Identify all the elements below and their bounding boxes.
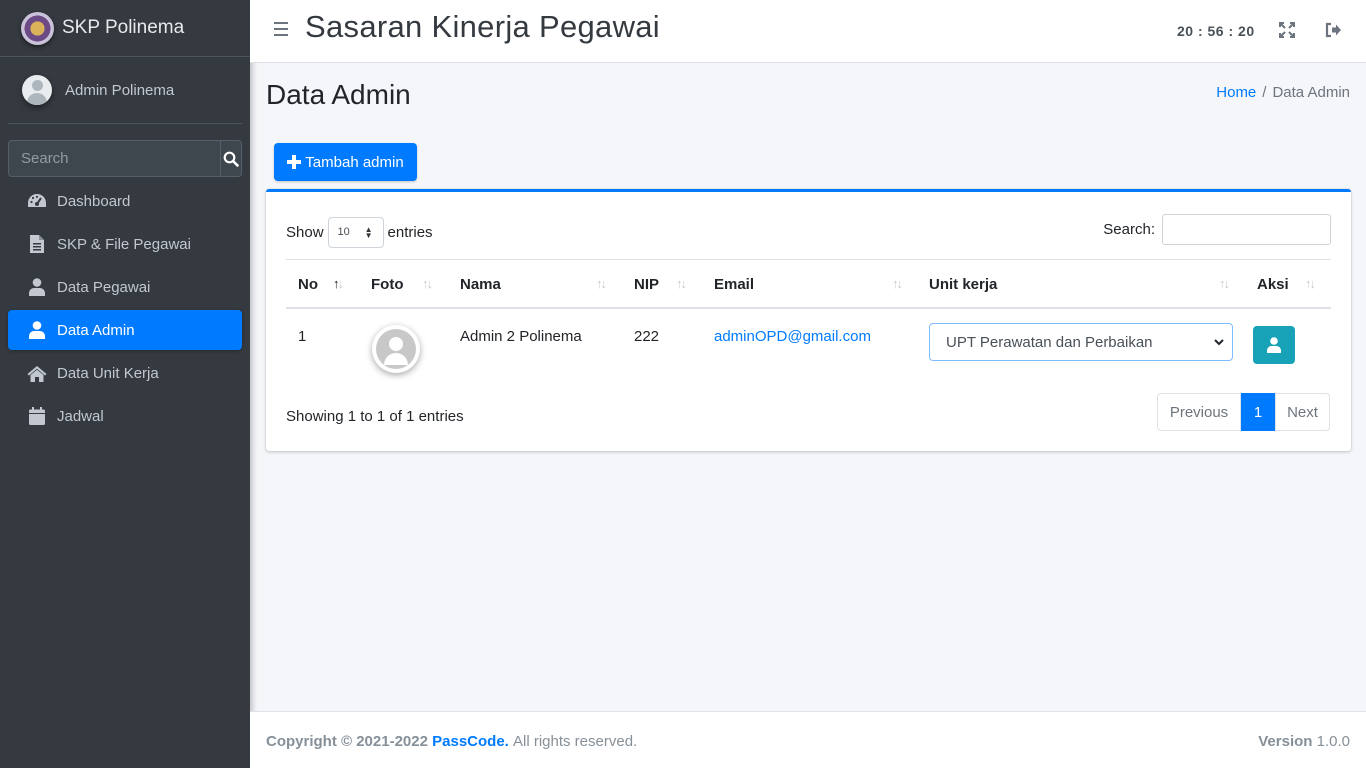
breadcrumb: Home / Data Admin [1216, 84, 1350, 101]
table-row: 1 Admin 2 Polinema 222 adminOPD@gmail.co… [286, 309, 1331, 389]
sidebar-item-jadwal[interactable]: Jadwal [8, 396, 242, 436]
version-label: Version [1258, 733, 1313, 750]
sort-icon[interactable]: ↑↓ [892, 276, 903, 291]
user-icon [1267, 337, 1281, 353]
brand-text: SKP Polinema [62, 17, 185, 38]
version-number: 1.0.0 [1316, 733, 1350, 750]
add-admin-button[interactable]: Tambah admin [274, 143, 417, 181]
sort-icon[interactable]: ↑↓ [596, 276, 607, 291]
app-title: Sasaran Kinerja Pegawai [305, 9, 660, 44]
entries-label: entries [387, 224, 433, 241]
copyright: Copyright © 2021-2022 PassCode. All righ… [266, 733, 637, 750]
sort-icon[interactable]: ↑↓ [1305, 276, 1316, 291]
cell-no: 1 [298, 328, 307, 345]
breadcrumb-current: Data Admin [1272, 84, 1350, 101]
user-icon [26, 277, 48, 297]
next-page-button[interactable]: Next [1275, 393, 1330, 431]
column-header-nip[interactable]: NIP [634, 276, 659, 293]
fullscreen-icon[interactable] [1279, 22, 1297, 40]
unit-kerja-value: UPT Perawatan dan Perbaikan [946, 334, 1153, 351]
table-search-label: Search: [1103, 221, 1155, 238]
cell-nip: 222 [634, 328, 660, 345]
admin-photo [372, 325, 420, 373]
sidebar-item-label: Data Pegawai [57, 278, 151, 296]
user-panel[interactable]: Admin Polinema [8, 57, 242, 124]
sidebar-item-data-pegawai[interactable]: Data Pegawai [8, 267, 242, 307]
copyright-text: Copyright © 2021-2022 [266, 733, 428, 750]
page-title: Data Admin [266, 79, 411, 110]
footer-brand-link[interactable]: PassCode. [432, 733, 509, 750]
search-icon [223, 151, 239, 167]
sidebar-item-data-admin[interactable]: Data Admin [8, 310, 242, 350]
sidebar-item-label: Data Unit Kerja [57, 364, 159, 382]
entries-length-select[interactable]: 10 ▲ ▼ [327, 217, 384, 248]
add-admin-label: Tambah admin [305, 153, 404, 171]
clock: 20 : 56 : 20 [1177, 23, 1255, 39]
user-icon [26, 320, 48, 340]
select-arrows-icon: ▲ ▼ [364, 225, 373, 240]
sidebar-item-dashboard[interactable]: Dashboard [8, 181, 242, 221]
dashboard-icon [26, 191, 48, 211]
plus-icon [287, 155, 302, 169]
sidebar-item-label: Jadwal [57, 407, 104, 425]
sidebar-item-label: Data Admin [57, 321, 135, 339]
table-header: No ↑↓ Foto ↑↓ Nama ↑↓ NIP ↑↓ Email ↑↓ Un… [286, 259, 1331, 309]
logout-icon[interactable] [1325, 22, 1343, 40]
user-name: Admin Polinema [65, 81, 175, 99]
rights-text: All rights reserved. [513, 733, 638, 750]
column-header-foto[interactable]: Foto [371, 276, 403, 293]
column-header-nama[interactable]: Nama [460, 276, 501, 293]
show-label: Show [286, 224, 324, 241]
sort-icon[interactable]: ↑↓ [422, 276, 433, 291]
avatar-placeholder-icon [376, 329, 416, 369]
page-1-button[interactable]: 1 [1241, 393, 1275, 431]
length-control: Show 10 ▲ ▼ entries [286, 217, 433, 248]
sidebar-item-data-unit-kerja[interactable]: Data Unit Kerja [8, 353, 242, 393]
column-header-no[interactable]: No [298, 276, 318, 293]
sidebar: SKP Polinema Admin Polinema Dashboard SK… [0, 0, 250, 768]
admin-action-button[interactable] [1253, 326, 1295, 364]
brand[interactable]: SKP Polinema [0, 0, 250, 57]
sidebar-item-skp-file[interactable]: SKP & File Pegawai [8, 224, 242, 264]
breadcrumb-separator: / [1262, 84, 1267, 101]
version: Version 1.0.0 [1258, 733, 1350, 750]
footer: Copyright © 2021-2022 PassCode. All righ… [250, 711, 1366, 768]
cell-nama: Admin 2 Polinema [460, 328, 582, 345]
sidebar-search-input[interactable] [9, 141, 220, 176]
polinema-logo [21, 11, 54, 45]
chevron-down-icon [1214, 339, 1224, 346]
table-search-input[interactable] [1162, 214, 1331, 245]
calendar-icon [26, 406, 48, 426]
breadcrumb-home-link[interactable]: Home [1216, 84, 1256, 101]
menu-toggle-icon[interactable] [274, 22, 288, 36]
sidebar-item-label: SKP & File Pegawai [57, 235, 191, 253]
sidebar-nav: Dashboard SKP & File Pegawai Data Pegawa… [8, 181, 242, 436]
cell-email[interactable]: adminOPD@gmail.com [714, 328, 871, 345]
unit-kerja-select[interactable]: UPT Perawatan dan Perbaikan [929, 323, 1233, 361]
admin-table: No ↑↓ Foto ↑↓ Nama ↑↓ NIP ↑↓ Email ↑↓ Un… [286, 259, 1331, 389]
pagination: Previous 1 Next [1157, 393, 1330, 431]
table-info: Showing 1 to 1 of 1 entries [286, 408, 464, 425]
admin-table-card: Show 10 ▲ ▼ entries Search: No ↑↓ Foto ↑↓… [266, 189, 1351, 451]
table-search: Search: [1103, 214, 1331, 245]
column-header-email[interactable]: Email [714, 276, 754, 293]
home-icon [26, 363, 48, 383]
file-icon [26, 234, 48, 254]
sidebar-item-label: Dashboard [57, 192, 131, 210]
sort-icon[interactable]: ↑↓ [1219, 276, 1230, 291]
entries-length-value: 10 [337, 226, 350, 238]
column-header-unit-kerja[interactable]: Unit kerja [929, 276, 997, 293]
sort-asc-icon[interactable]: ↑↓ [333, 276, 344, 291]
top-navbar: Sasaran Kinerja Pegawai 20 : 56 : 20 [250, 0, 1366, 63]
avatar [22, 75, 52, 105]
sort-icon[interactable]: ↑↓ [676, 276, 687, 291]
sidebar-search-button[interactable] [220, 141, 241, 176]
column-header-aksi[interactable]: Aksi [1257, 276, 1289, 293]
sidebar-search [8, 140, 242, 177]
previous-page-button[interactable]: Previous [1157, 393, 1241, 431]
